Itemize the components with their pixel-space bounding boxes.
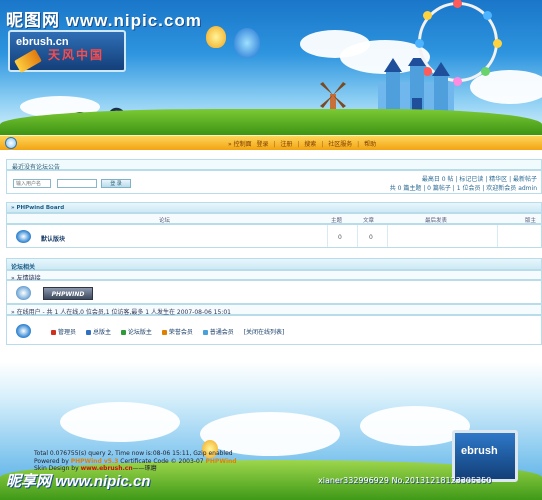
castle-illustration	[378, 58, 454, 114]
header-banner: 昵图网 www.nipic.com ebrush.cn 天风中国	[0, 0, 542, 135]
divider	[357, 225, 358, 247]
watermark-bottom: 昵享网 www.nipic.cn	[6, 473, 151, 490]
super-moderator-icon	[85, 330, 91, 335]
powered-by-label: Powered by	[34, 457, 71, 465]
divider	[497, 225, 498, 247]
cloud-decoration	[60, 402, 180, 442]
board-section-title[interactable]: » PHPwind Board	[11, 205, 64, 211]
divider	[387, 225, 388, 247]
login-bar: 登 录 最高日 0 帖 | 标记已读 | 精华区 | 最新帖子 共 0 篇主题 …	[6, 170, 542, 194]
board-table-header: 论坛 主题 文章 最后发表 版主	[6, 213, 542, 224]
phpwind-version-link[interactable]: PHPWind v5.3	[71, 458, 119, 465]
member-legend: 管理员 总版主 论坛版主 荣誉会员 普通会员 [关闭在线列表]	[51, 327, 292, 336]
monitor-illustration: ebrush	[452, 430, 518, 482]
nav-item-login[interactable]: 登录	[257, 141, 269, 148]
phpwind-link-logo[interactable]: PHPWIND	[43, 287, 93, 300]
windmill-illustration	[320, 82, 346, 110]
related-section-header: 论坛相关	[6, 258, 542, 271]
nav-menu: » 控制面 登录 | 注册 | 搜索 | 社区服务 | 帮助	[228, 139, 379, 148]
announcement-bar: 最近没有论坛公告	[6, 159, 542, 171]
monitor-brand: ebrush	[461, 445, 498, 457]
watermark-id: xianer332996929 No.20131218123305350	[318, 476, 492, 485]
balloon-yellow-illustration	[206, 26, 226, 48]
board-section-header: » PHPwind Board	[6, 202, 542, 213]
nav-bar: » 控制面 登录 | 注册 | 搜索 | 社区服务 | 帮助	[0, 135, 542, 150]
nav-separator: |	[273, 141, 276, 148]
password-input[interactable]	[57, 179, 97, 188]
friend-links-header: » 友情链接	[6, 270, 542, 282]
home-icon[interactable]	[5, 137, 17, 149]
member-icon	[202, 330, 208, 335]
grass-decoration	[0, 109, 542, 135]
divider	[327, 225, 328, 247]
legend-item: 总版主	[85, 329, 111, 336]
balloon-blue-illustration	[234, 28, 260, 58]
forum-topic-count: 0	[338, 234, 342, 241]
footer-query-stats: Total 0.076755(s) query 2, Time now is:0…	[34, 450, 233, 457]
friend-links-icon	[16, 286, 31, 300]
admin-icon	[51, 330, 56, 335]
legend-label: 论坛版主	[127, 329, 152, 336]
legend-label: 管理员	[58, 329, 77, 336]
online-users-header: » 在线用户 - 共 1 人在线,0 位会员,1 位访客,最多 1 人发生在 2…	[6, 304, 542, 316]
phpwind-link[interactable]: PHPWind	[206, 458, 237, 465]
nav-item-community[interactable]: 社区服务	[328, 141, 352, 148]
cloud-decoration	[470, 70, 542, 104]
header-last-post: 最后发表	[425, 218, 448, 224]
logo-chinese-text: 天风中国	[48, 48, 105, 62]
nav-separator: |	[321, 141, 324, 148]
header-moderator: 版主	[525, 218, 537, 224]
header-topics: 主题	[331, 218, 343, 224]
username-input[interactable]	[13, 179, 51, 188]
legend-item: 荣誉会员	[161, 329, 193, 336]
legend-label: 普通会员	[209, 329, 234, 336]
nav-item-register[interactable]: 注册	[280, 141, 292, 148]
certificate-text: Certificate Code © 2003-07	[118, 457, 206, 465]
table-row: 默认版块 0 0	[6, 224, 542, 248]
close-online-list-link[interactable]: [关闭在线列表]	[244, 329, 285, 336]
brush-icon	[14, 48, 42, 74]
friend-links-row: PHPWIND	[6, 280, 542, 304]
honor-member-icon	[161, 330, 167, 335]
nav-separator: |	[357, 141, 360, 148]
online-users-row: 管理员 总版主 论坛版主 荣誉会员 普通会员 [关闭在线列表]	[6, 315, 542, 345]
forum-status-icon	[16, 230, 31, 243]
nav-item-control-panel[interactable]: » 控制面	[228, 141, 252, 148]
footer-banner: Total 0.076755(s) query 2, Time now is:0…	[0, 362, 542, 500]
legend-item: 普通会员	[202, 329, 234, 336]
forum-stats-line2[interactable]: 共 0 篇主题 | 0 篇帖子 | 1 位会员 | 欢迎新会员 admin	[390, 183, 537, 192]
forum-name-link[interactable]: 默认版块	[41, 234, 65, 243]
nav-item-help[interactable]: 帮助	[364, 141, 376, 148]
legend-label: 总版主	[92, 329, 111, 336]
online-users-icon	[16, 324, 31, 338]
moderator-icon	[120, 330, 126, 335]
watermark-top: 昵图网 www.nipic.com	[6, 11, 202, 30]
site-logo[interactable]: ebrush.cn 天风中国	[8, 30, 126, 74]
login-button[interactable]: 登 录	[101, 179, 131, 188]
nav-separator: |	[297, 141, 300, 148]
header-posts: 文章	[363, 218, 375, 224]
legend-item: 论坛版主	[120, 329, 152, 336]
legend-item: 管理员	[51, 329, 76, 336]
forum-stats-line1[interactable]: 最高日 0 帖 | 标记已读 | 精华区 | 最新帖子	[422, 174, 537, 183]
footer-powered-by: Powered by PHPWind v5.3 Certificate Code…	[34, 458, 237, 466]
forum-post-count: 0	[369, 234, 373, 241]
header-forum: 论坛	[159, 218, 171, 224]
nav-item-search[interactable]: 搜索	[304, 141, 316, 148]
legend-label: 荣誉会员	[168, 329, 193, 336]
